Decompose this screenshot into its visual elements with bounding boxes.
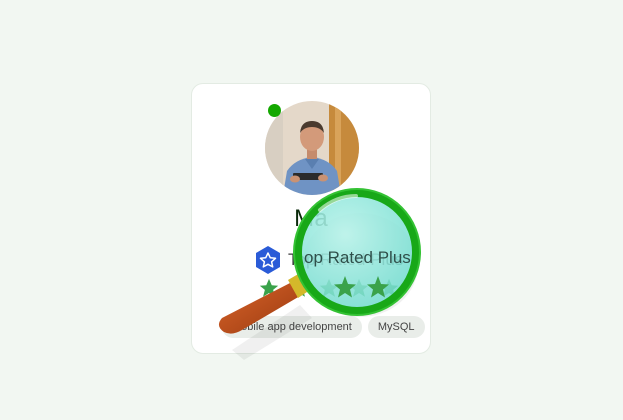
- stage: Ma Top Rated Plus Mobile app development…: [0, 0, 623, 420]
- star-icon: [379, 278, 399, 297]
- freelancer-profile-card[interactable]: Ma Top Rated Plus Mobile app development…: [191, 83, 431, 354]
- online-status-dot: [268, 104, 281, 117]
- skill-tag[interactable]: MySQL: [367, 316, 425, 338]
- top-rated-badge-icon: [256, 246, 280, 274]
- star-icon: [349, 278, 369, 297]
- star-icon: [289, 278, 309, 297]
- top-rated-badge: Top Rated Plus: [254, 243, 403, 277]
- badge-label: Top Rated Plus: [288, 250, 404, 269]
- star-icon: [259, 278, 279, 297]
- freelancer-name[interactable]: Ma: [192, 205, 430, 233]
- rating-stars: [258, 277, 400, 299]
- star-icon: [319, 278, 339, 297]
- skills-list: Mobile app development MySQL: [222, 316, 425, 338]
- skill-tag[interactable]: Mobile app development: [222, 316, 362, 338]
